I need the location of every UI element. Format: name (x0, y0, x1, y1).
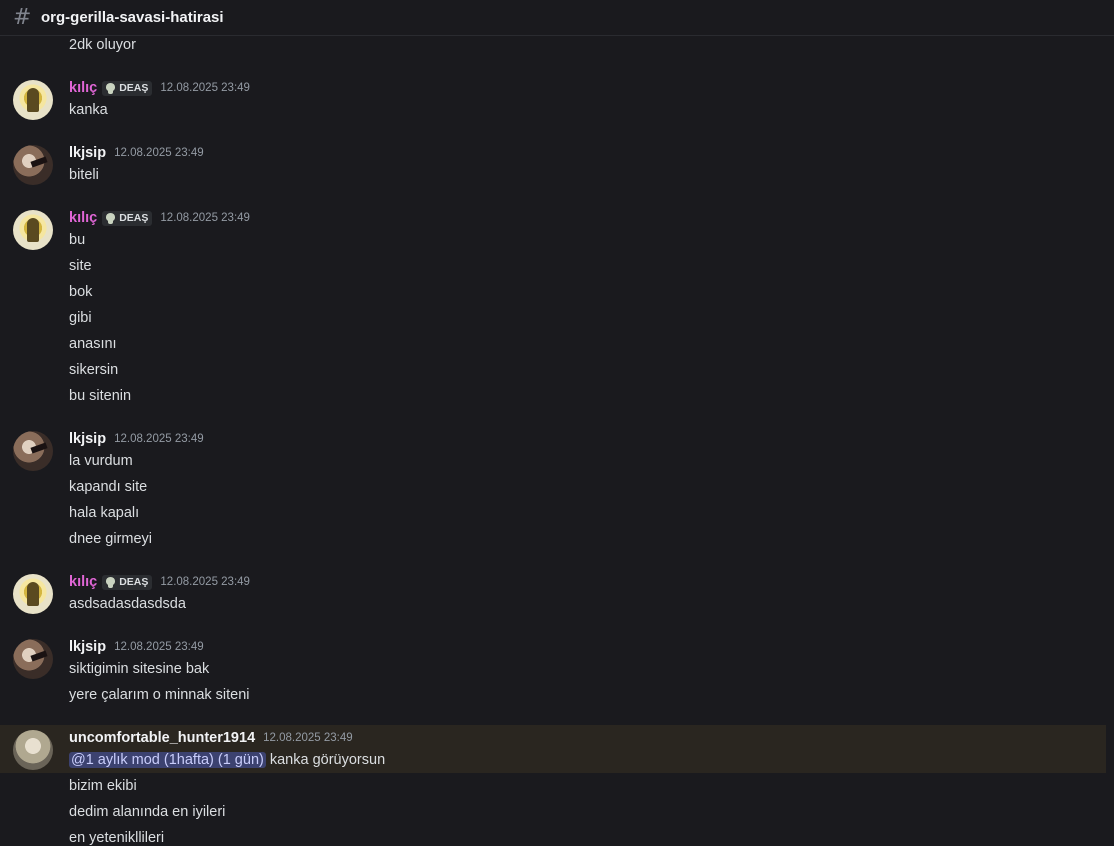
clan-tag[interactable]: DEAŞ (102, 574, 153, 590)
channel-header: # org-gerilla-savasi-hatirasi (0, 0, 1114, 36)
message-line: asdsadasdasdsda (69, 596, 186, 612)
message-line: bok (69, 284, 93, 300)
timestamp: 12.08.2025 23:49 (114, 147, 204, 159)
username[interactable]: lkjsip (69, 637, 106, 657)
skull-icon (105, 82, 116, 94)
role-mention[interactable]: @1 aylık mod (1hafta) (1 gün) (69, 752, 266, 768)
message-line: biteli (69, 167, 99, 183)
message-line: 2dk oluyor (69, 37, 136, 53)
message-list: 2dk oluyor kılıç DEAŞ 12.08.2025 23:49 k… (0, 36, 1114, 846)
message-header: lkjsip 12.08.2025 23:49 (69, 429, 204, 449)
username[interactable]: kılıç (69, 572, 97, 592)
avatar[interactable] (13, 730, 53, 770)
message-line: bu (69, 232, 86, 248)
timestamp: 12.08.2025 23:49 (114, 433, 204, 445)
clan-tag-label: DEAŞ (119, 576, 149, 588)
avatar[interactable] (13, 431, 53, 471)
message-line: gibi (69, 310, 92, 326)
avatar[interactable] (13, 80, 53, 120)
message-line: siktigimin sitesine bak (69, 661, 210, 677)
message-line: en yetenikllileri (69, 830, 165, 846)
clan-tag[interactable]: DEAŞ (102, 210, 153, 226)
clan-tag-label: DEAŞ (119, 82, 149, 94)
message-line: site (69, 258, 92, 274)
channel-name[interactable]: org-gerilla-savasi-hatirasi (41, 9, 224, 26)
message-line: anasını (69, 336, 117, 352)
skull-icon (105, 212, 116, 224)
username[interactable]: kılıç (69, 78, 97, 98)
message-line: yere çalarım o minnak siteni (69, 687, 250, 703)
timestamp: 12.08.2025 23:49 (160, 576, 250, 588)
message-header: kılıç DEAŞ 12.08.2025 23:49 (69, 572, 250, 592)
message-line: bizim ekibi (69, 778, 137, 794)
message-header: kılıç DEAŞ 12.08.2025 23:49 (69, 208, 250, 228)
message-header: lkjsip 12.08.2025 23:49 (69, 143, 204, 163)
message-line: kanka (69, 102, 108, 118)
avatar[interactable] (13, 210, 53, 250)
message-line: dnee girmeyi (69, 531, 153, 547)
message-header: lkjsip 12.08.2025 23:49 (69, 637, 204, 657)
timestamp: 12.08.2025 23:49 (114, 641, 204, 653)
message-line: sikersin (69, 362, 119, 378)
username[interactable]: lkjsip (69, 143, 106, 163)
message-line: bu sitenin (69, 388, 132, 404)
message-line: @1 aylık mod (1hafta) (1 gün) kanka görü… (69, 750, 385, 770)
username[interactable]: lkjsip (69, 429, 106, 449)
message-header: kılıç DEAŞ 12.08.2025 23:49 (69, 78, 250, 98)
avatar[interactable] (13, 145, 53, 185)
message-line: kapandı site (69, 479, 148, 495)
message-text: kanka görüyorsun (265, 752, 386, 768)
message-line: dedim alanında en iyileri (69, 804, 226, 820)
avatar[interactable] (13, 574, 53, 614)
clan-tag[interactable]: DEAŞ (102, 80, 153, 96)
clan-tag-label: DEAŞ (119, 212, 149, 224)
skull-icon (105, 576, 116, 588)
message-header: uncomfortable_hunter1914 12.08.2025 23:4… (69, 728, 353, 748)
timestamp: 12.08.2025 23:49 (263, 732, 353, 744)
chat-window: # org-gerilla-savasi-hatirasi 2dk oluyor… (0, 0, 1114, 846)
hash-icon: # (13, 4, 32, 30)
username[interactable]: uncomfortable_hunter1914 (69, 728, 255, 748)
message-line: la vurdum (69, 453, 133, 469)
avatar[interactable] (13, 639, 53, 679)
message-line: hala kapalı (69, 505, 140, 521)
username[interactable]: kılıç (69, 208, 97, 228)
timestamp: 12.08.2025 23:49 (160, 212, 250, 224)
timestamp: 12.08.2025 23:49 (160, 82, 250, 94)
